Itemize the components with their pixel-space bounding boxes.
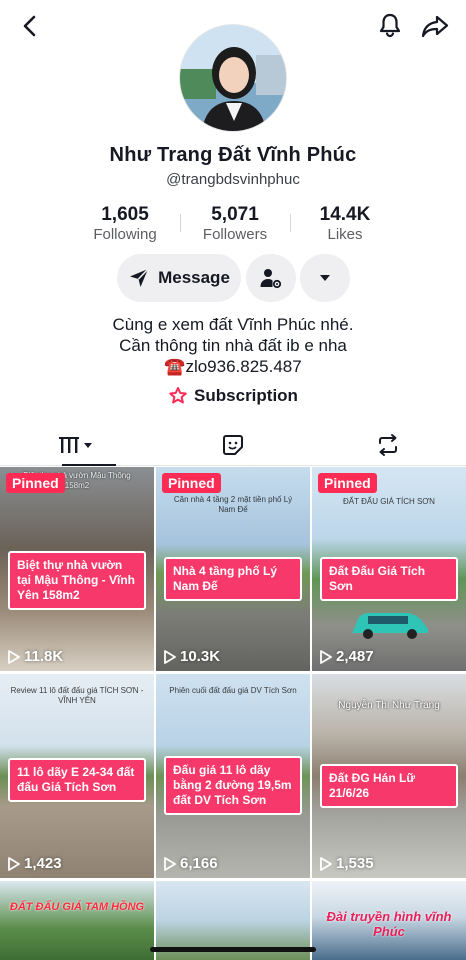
taxi-car-image	[352, 613, 428, 639]
overlay-username: Nguyễn Thị Như Trang	[338, 700, 440, 711]
pinned-badge: Pinned	[162, 473, 221, 493]
video-tile[interactable]: ĐẤT ĐẤU GIÁ TÍCH SƠN Pinned Đất Đấu Giá …	[312, 467, 466, 671]
profile-handle: @trangbdsvinhphuc	[166, 171, 300, 188]
play-icon	[320, 856, 332, 871]
video-caption: Nhà 4 tầng phố Lý Nam Đế	[164, 557, 302, 601]
view-count: 2,487	[320, 648, 374, 665]
stat-label: Following	[93, 226, 157, 243]
video-tile[interactable]: Đài truyền hình vĩnh Phúc	[312, 881, 466, 960]
back-chevron-icon[interactable]	[16, 12, 44, 40]
play-icon	[164, 649, 176, 664]
user-settings-button[interactable]	[246, 254, 296, 302]
profile-stats: 1,605 Following 5,071 Followers 14.4K Li…	[70, 204, 400, 244]
bio-line: ☎️zlo936.825.487	[164, 357, 302, 376]
content-tabs	[0, 424, 466, 466]
subscription-link[interactable]: Subscription	[0, 386, 466, 406]
tab-reposts[interactable]	[310, 430, 465, 460]
view-count-value: 1,535	[336, 855, 374, 872]
stat-label: Likes	[327, 226, 363, 243]
grid-icon	[58, 437, 92, 453]
video-tile[interactable]: Căn nhà 4 tầng 2 mặt tiền phố Lý Nam Đế …	[156, 467, 310, 671]
send-icon	[130, 268, 149, 287]
bio-line: Cùng e xem đất Vĩnh Phúc nhé.	[112, 315, 354, 334]
view-count: 10.3K	[164, 648, 220, 665]
stat-value: 14.4K	[319, 204, 371, 225]
profile-name: Như Trang Đất Vĩnh Phúc	[109, 144, 357, 166]
more-button[interactable]	[300, 254, 350, 302]
view-count-value: 10.3K	[180, 648, 221, 665]
thumbnail-text: Đài truyền hình vĩnh Phúc	[326, 909, 452, 939]
stat-value: 5,071	[211, 204, 259, 225]
home-indicator	[150, 947, 316, 952]
view-count: 6,166	[164, 855, 218, 872]
tab-favorites[interactable]	[155, 430, 310, 460]
share-icon[interactable]	[420, 11, 450, 41]
profile-actions: Message	[0, 254, 466, 304]
video-tile[interactable]: ĐẤT ĐẤU GIÁ TAM HỒNG	[0, 881, 154, 960]
caret-down-icon	[320, 275, 330, 281]
stat-likes[interactable]: 14.4K Likes	[290, 204, 400, 244]
sticker-icon	[222, 435, 243, 455]
video-caption: Đất Đấu Giá Tích Sơn	[320, 557, 458, 601]
stat-following[interactable]: 1,605 Following	[70, 204, 180, 244]
video-tile[interactable]: Biệt thự nhà vườn Mậu Thông 158m2 Pinned…	[0, 467, 154, 671]
active-tab-indicator	[62, 464, 116, 466]
stat-followers[interactable]: 5,071 Followers	[180, 204, 290, 244]
view-count: 11.8K	[8, 648, 63, 665]
thumbnail-text: Căn nhà 4 tầng 2 mặt tiền phố Lý Nam Đế	[173, 495, 293, 514]
thumbnail-text: ĐẤT ĐẤU GIÁ TÍCH SƠN	[343, 497, 435, 506]
video-caption: Đấu giá 11 lô dãy bằng 2 đường 19,5m đất…	[164, 756, 302, 815]
subscription-label: Subscription	[194, 386, 298, 405]
star-heart-icon	[169, 387, 187, 404]
play-icon	[8, 856, 20, 871]
profile-bio: Cùng e xem đất Vĩnh Phúc nhé. Cần thông …	[0, 314, 466, 377]
thumbnail-text: Review 11 lô đất đấu giá TÍCH SƠN - VĨNH…	[10, 686, 144, 705]
view-count-value: 1,423	[24, 855, 62, 872]
video-caption: Biệt thự nhà vườn tại Mậu Thông - Vĩnh Y…	[8, 551, 146, 610]
thumbnail-text: ĐẤT ĐẤU GIÁ TAM HỒNG	[9, 901, 145, 913]
message-button[interactable]: Message	[117, 254, 241, 302]
video-tile[interactable]: Review 11 lô đất đấu giá TÍCH SƠN - VĨNH…	[0, 674, 154, 878]
pinned-badge: Pinned	[6, 473, 65, 493]
play-icon	[164, 856, 176, 871]
video-thumbnail	[0, 881, 154, 960]
view-count-value: 11.8K	[24, 648, 64, 665]
bio-line: Cần thông tin nhà đất ib e nha	[119, 336, 347, 355]
user-settings-icon	[260, 269, 282, 289]
view-count: 1,423	[8, 855, 62, 872]
pinned-badge: Pinned	[318, 473, 377, 493]
video-caption: Đất ĐG Hán Lữ 21/6/26	[320, 764, 458, 808]
avatar-photo	[180, 25, 286, 131]
video-tile[interactable]: Phiên cuối đất đấu giá DV Tích Sơn Đấu g…	[156, 674, 310, 878]
view-count-value: 6,166	[180, 855, 218, 872]
message-label: Message	[158, 268, 230, 287]
play-icon	[8, 649, 20, 664]
view-count-value: 2,487	[336, 648, 374, 665]
repost-icon	[378, 434, 397, 456]
view-count: 1,535	[320, 855, 374, 872]
play-icon	[320, 649, 332, 664]
video-grid: Biệt thự nhà vườn Mậu Thông 158m2 Pinned…	[0, 467, 466, 960]
avatar[interactable]	[179, 24, 287, 132]
bell-icon[interactable]	[376, 11, 404, 39]
stat-value: 1,605	[101, 204, 149, 225]
video-tile[interactable]: Nguyễn Thị Như Trang Đất ĐG Hán Lữ 21/6/…	[312, 674, 466, 878]
thumbnail-text: Phiên cuối đất đấu giá DV Tích Sơn	[169, 686, 297, 695]
tab-videos[interactable]	[0, 430, 155, 460]
stat-label: Followers	[202, 226, 268, 243]
video-caption: 11 lô dãy E 24-34 đất đấu Giá Tích Sơn	[8, 758, 146, 802]
